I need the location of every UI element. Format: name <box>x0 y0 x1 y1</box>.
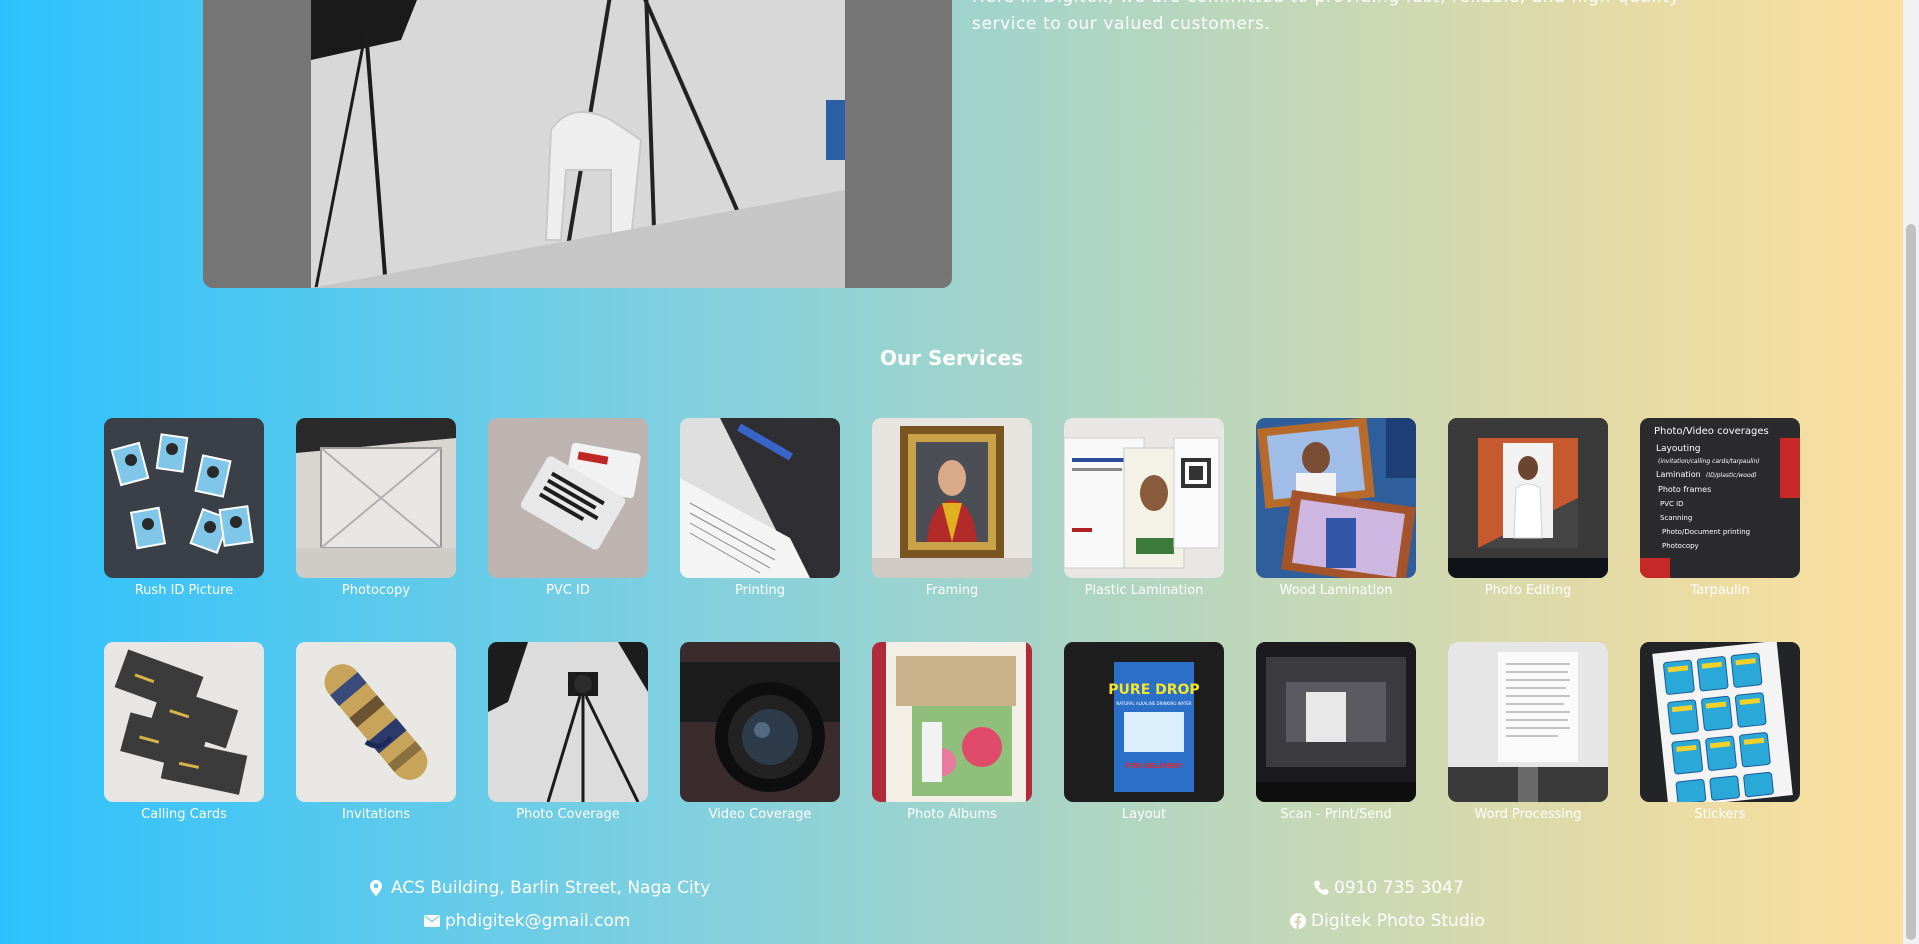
service-label: Invitations <box>341 807 411 822</box>
tripod-camera-icon <box>488 642 648 802</box>
service-stickers[interactable]: Stickers <box>1640 642 1800 822</box>
studio-photo <box>203 0 952 288</box>
svg-text:(invitation/calling cards/tarp: (invitation/calling cards/tarpaulin) <box>1658 458 1760 465</box>
about-text-line1: Here in Digitek, we are committed to pro… <box>972 0 1712 11</box>
service-label: Plastic Lamination <box>1084 583 1204 598</box>
frame-icon <box>872 418 1032 578</box>
album-icon <box>872 642 1032 802</box>
about-text-line2: service to our valued customers. <box>972 14 1271 34</box>
service-framing[interactable]: Framing <box>872 418 1032 598</box>
service-label: Calling Cards <box>141 807 227 822</box>
phone-text: 0910 735 3047 <box>1334 878 1464 898</box>
pvc-cards-icon <box>488 418 648 578</box>
svg-text:Photocopy: Photocopy <box>1662 542 1699 550</box>
service-label: Printing <box>734 583 785 598</box>
facebook-text: Digitek Photo Studio <box>1311 911 1485 931</box>
contact-address: ACS Building, Barlin Street, Naga City <box>370 878 710 898</box>
laminated-id-icon <box>1064 418 1224 578</box>
svg-text:(ID/plastic/wood): (ID/plastic/wood) <box>1706 472 1757 479</box>
service-label: Layout <box>1121 807 1167 822</box>
service-pvc-id[interactable]: PVC ID <box>488 418 648 598</box>
wood-frames-icon <box>1256 418 1416 578</box>
service-wood-lamination[interactable]: Wood Lamination <box>1256 418 1416 598</box>
email-text: phdigitek@gmail.com <box>445 911 631 931</box>
service-layout[interactable]: PURE DROP NATURAL ALKALINE DRINKING WATE… <box>1064 642 1224 822</box>
facebook-icon <box>1290 913 1306 929</box>
tarpaulin-heading: Photo/Video coverages <box>1654 426 1769 437</box>
service-label: Framing <box>925 583 979 598</box>
service-tarpaulin[interactable]: Photo/Video coverages Layouting (invitat… <box>1640 418 1800 598</box>
svg-text:Layouting: Layouting <box>1656 444 1701 454</box>
service-label: Video Coverage <box>708 807 812 822</box>
svg-text:Photo frames: Photo frames <box>1658 485 1711 494</box>
service-label: Photocopy <box>341 583 411 598</box>
svg-text:NATURAL ALKALINE DRINKING WATE: NATURAL ALKALINE DRINKING WATER <box>1116 701 1191 706</box>
contact-email[interactable]: phdigitek@gmail.com <box>424 911 631 931</box>
service-rush-id-picture[interactable]: Rush ID Picture <box>104 418 264 598</box>
service-label: Stickers <box>1694 807 1746 822</box>
service-photo-albums[interactable]: Photo Albums <box>872 642 1032 822</box>
service-printing[interactable]: Printing <box>680 418 840 598</box>
contact-phone[interactable]: 0910 735 3047 <box>1313 878 1464 898</box>
phone-icon <box>1313 880 1329 896</box>
studio-photo-image <box>311 0 845 288</box>
service-label: Rush ID Picture <box>134 583 234 598</box>
service-video-coverage[interactable]: Video Coverage <box>680 642 840 822</box>
scanner-screen-icon <box>1256 642 1416 802</box>
svg-text:FOR DELIVERY: FOR DELIVERY <box>1126 762 1183 770</box>
photocopier-icon <box>296 418 456 578</box>
id-photos-icon <box>104 418 264 578</box>
service-label: Scan - Print/Send <box>1280 807 1392 822</box>
service-label: Photo Albums <box>907 807 997 822</box>
signboard-icon: Photo/Video coverages Layouting (invitat… <box>1640 418 1800 578</box>
poster-brand: PURE DROP <box>1108 682 1199 698</box>
service-plastic-lamination[interactable]: Plastic Lamination <box>1064 418 1224 598</box>
service-photo-editing[interactable]: Photo Editing <box>1448 418 1608 598</box>
contact-facebook[interactable]: Digitek Photo Studio <box>1290 911 1485 931</box>
service-label: Photo Coverage <box>516 807 620 822</box>
service-photocopy[interactable]: Photocopy <box>296 418 456 598</box>
printer-icon <box>680 418 840 578</box>
service-label: PVC ID <box>546 583 590 598</box>
service-label: Word Processing <box>1474 807 1582 822</box>
page-scrollbar[interactable] <box>1903 0 1919 944</box>
scroll-icon <box>296 642 456 802</box>
address-text: ACS Building, Barlin Street, Naga City <box>391 878 711 898</box>
svg-text:Lamination: Lamination <box>1656 470 1701 479</box>
monitor-edit-icon <box>1448 418 1608 578</box>
services-title: Our Services <box>879 346 1024 370</box>
about-text: Here in Digitek, we are committed to pro… <box>972 0 1712 38</box>
document-screen-icon <box>1448 642 1608 802</box>
poster-layout-icon: PURE DROP NATURAL ALKALINE DRINKING WATE… <box>1064 642 1224 802</box>
map-marker-icon <box>370 880 386 896</box>
business-cards-icon <box>104 642 264 802</box>
svg-text:Photo/Document printing: Photo/Document printing <box>1662 528 1750 536</box>
scrollbar-thumb[interactable] <box>1906 224 1916 940</box>
svg-text:PVC ID: PVC ID <box>1660 500 1684 508</box>
service-label: Tarpaulin <box>1690 583 1750 598</box>
service-scan-print-send[interactable]: Scan - Print/Send <box>1256 642 1416 822</box>
svg-text:Scanning: Scanning <box>1660 514 1692 522</box>
service-label: Wood Lamination <box>1279 583 1393 598</box>
service-photo-coverage[interactable]: Photo Coverage <box>488 642 648 822</box>
envelope-icon <box>424 913 440 929</box>
service-invitations[interactable]: Invitations <box>296 642 456 822</box>
service-word-processing[interactable]: Word Processing <box>1448 642 1608 822</box>
service-calling-cards[interactable]: Calling Cards <box>104 642 264 822</box>
dslr-lens-icon <box>680 642 840 802</box>
sticker-sheet-icon <box>1640 642 1800 802</box>
service-label: Photo Editing <box>1484 583 1572 598</box>
